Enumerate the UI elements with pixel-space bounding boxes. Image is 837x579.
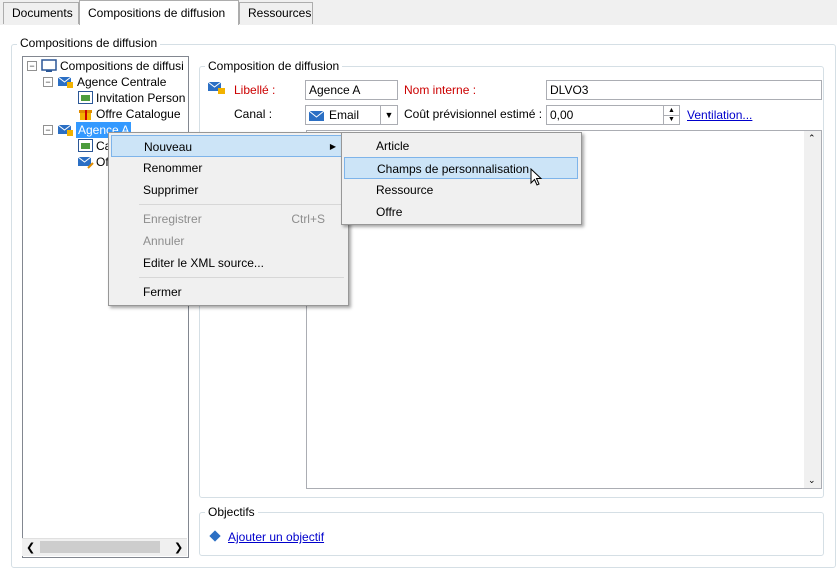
folder-screen-icon bbox=[41, 59, 57, 73]
compositions-group-title: Compositions de diffusion bbox=[17, 36, 161, 50]
collapse-icon[interactable]: − bbox=[43, 77, 53, 87]
tree-item-invitation[interactable]: Invitation Person bbox=[96, 90, 185, 106]
context-menu: Nouveau ▶ Renommer Supprimer Enregistrer… bbox=[108, 132, 349, 306]
menu-item-editer-xml[interactable]: Editer le XML source... bbox=[111, 252, 345, 274]
menu-item-supprimer[interactable]: Supprimer bbox=[111, 179, 345, 201]
objective-diamond-icon[interactable] bbox=[208, 529, 222, 543]
vertical-scrollbar[interactable]: ⌃ ⌄ bbox=[804, 131, 821, 488]
tree-item-agence-centrale[interactable]: Agence Centrale bbox=[77, 74, 166, 90]
tab-compositions-de-diffusion[interactable]: Compositions de diffusion bbox=[79, 0, 239, 26]
cout-input[interactable]: 0,00 ▲ ▼ bbox=[546, 105, 680, 125]
nom-interne-label: Nom interne : bbox=[404, 83, 477, 97]
email-group-icon bbox=[207, 81, 226, 95]
submenu-item-article[interactable]: Article bbox=[344, 135, 578, 157]
tree-item-of[interactable]: Of bbox=[96, 154, 109, 170]
mouse-cursor-icon bbox=[530, 167, 544, 188]
landing-page-icon bbox=[78, 91, 94, 105]
cout-value: 0,00 bbox=[550, 108, 574, 122]
email-edit-icon bbox=[77, 155, 94, 169]
email-icon bbox=[308, 109, 325, 121]
libelle-input[interactable]: Agence A bbox=[305, 80, 398, 100]
scroll-left-icon[interactable]: ❮ bbox=[26, 541, 35, 554]
menu-item-enregistrer[interactable]: Enregistrer Ctrl+S bbox=[111, 208, 345, 230]
scroll-down-icon[interactable]: ⌄ bbox=[808, 475, 816, 486]
spin-down-icon[interactable]: ▼ bbox=[663, 115, 679, 124]
scrollbar-thumb[interactable] bbox=[40, 541, 160, 553]
email-group-icon bbox=[57, 75, 74, 89]
tab-documents[interactable]: Documents bbox=[3, 2, 79, 24]
objectifs-title: Objectifs bbox=[205, 505, 258, 519]
cout-label: Coût prévisionnel estimé : bbox=[404, 107, 543, 121]
collapse-icon[interactable]: − bbox=[43, 125, 53, 135]
tree-root-label[interactable]: Compositions de diffusi bbox=[60, 58, 184, 74]
tab-strip: Documents Compositions de diffusion Ress… bbox=[0, 0, 837, 26]
shortcut-label: Ctrl+S bbox=[291, 212, 325, 226]
canal-label: Canal : bbox=[234, 107, 273, 121]
menu-item-annuler[interactable]: Annuler bbox=[111, 230, 345, 252]
tree-item-offre-catalogue[interactable]: Offre Catalogue bbox=[96, 106, 181, 122]
submenu-item-offre[interactable]: Offre bbox=[344, 201, 578, 223]
email-group-icon bbox=[57, 123, 74, 137]
menu-item-renommer[interactable]: Renommer bbox=[111, 157, 345, 179]
menu-item-fermer[interactable]: Fermer bbox=[111, 281, 345, 303]
libelle-label: Libellé : bbox=[234, 83, 276, 97]
ajouter-objectif-link[interactable]: Ajouter un objectif bbox=[228, 529, 324, 545]
chevron-down-icon[interactable]: ▼ bbox=[380, 106, 397, 124]
scroll-right-icon[interactable]: ❯ bbox=[174, 541, 183, 554]
offer-gift-icon bbox=[78, 107, 94, 121]
composition-group-title: Composition de diffusion bbox=[205, 59, 343, 73]
menu-separator bbox=[139, 204, 344, 205]
nom-interne-input[interactable]: DLVO3 bbox=[546, 80, 822, 100]
canal-value: Email bbox=[329, 108, 360, 122]
menu-separator bbox=[139, 277, 344, 278]
tree-horizontal-scrollbar[interactable]: ❮ ❯ bbox=[22, 538, 187, 556]
menu-item-nouveau[interactable]: Nouveau ▶ bbox=[111, 135, 345, 157]
submenu-nouveau: Article Champs de personnalisation Resso… bbox=[341, 132, 582, 225]
menu-item-label: Nouveau bbox=[144, 140, 193, 154]
submenu-arrow-icon: ▶ bbox=[329, 142, 336, 151]
canal-select[interactable]: Email ▼ bbox=[305, 105, 398, 125]
landing-page-icon bbox=[78, 139, 94, 153]
scroll-up-icon[interactable]: ⌃ bbox=[808, 133, 816, 144]
tab-ressources[interactable]: Ressources bbox=[239, 2, 313, 24]
menu-item-label: Enregistrer bbox=[143, 212, 202, 226]
ventilation-link[interactable]: Ventilation... bbox=[687, 107, 752, 123]
collapse-icon[interactable]: − bbox=[27, 61, 37, 71]
